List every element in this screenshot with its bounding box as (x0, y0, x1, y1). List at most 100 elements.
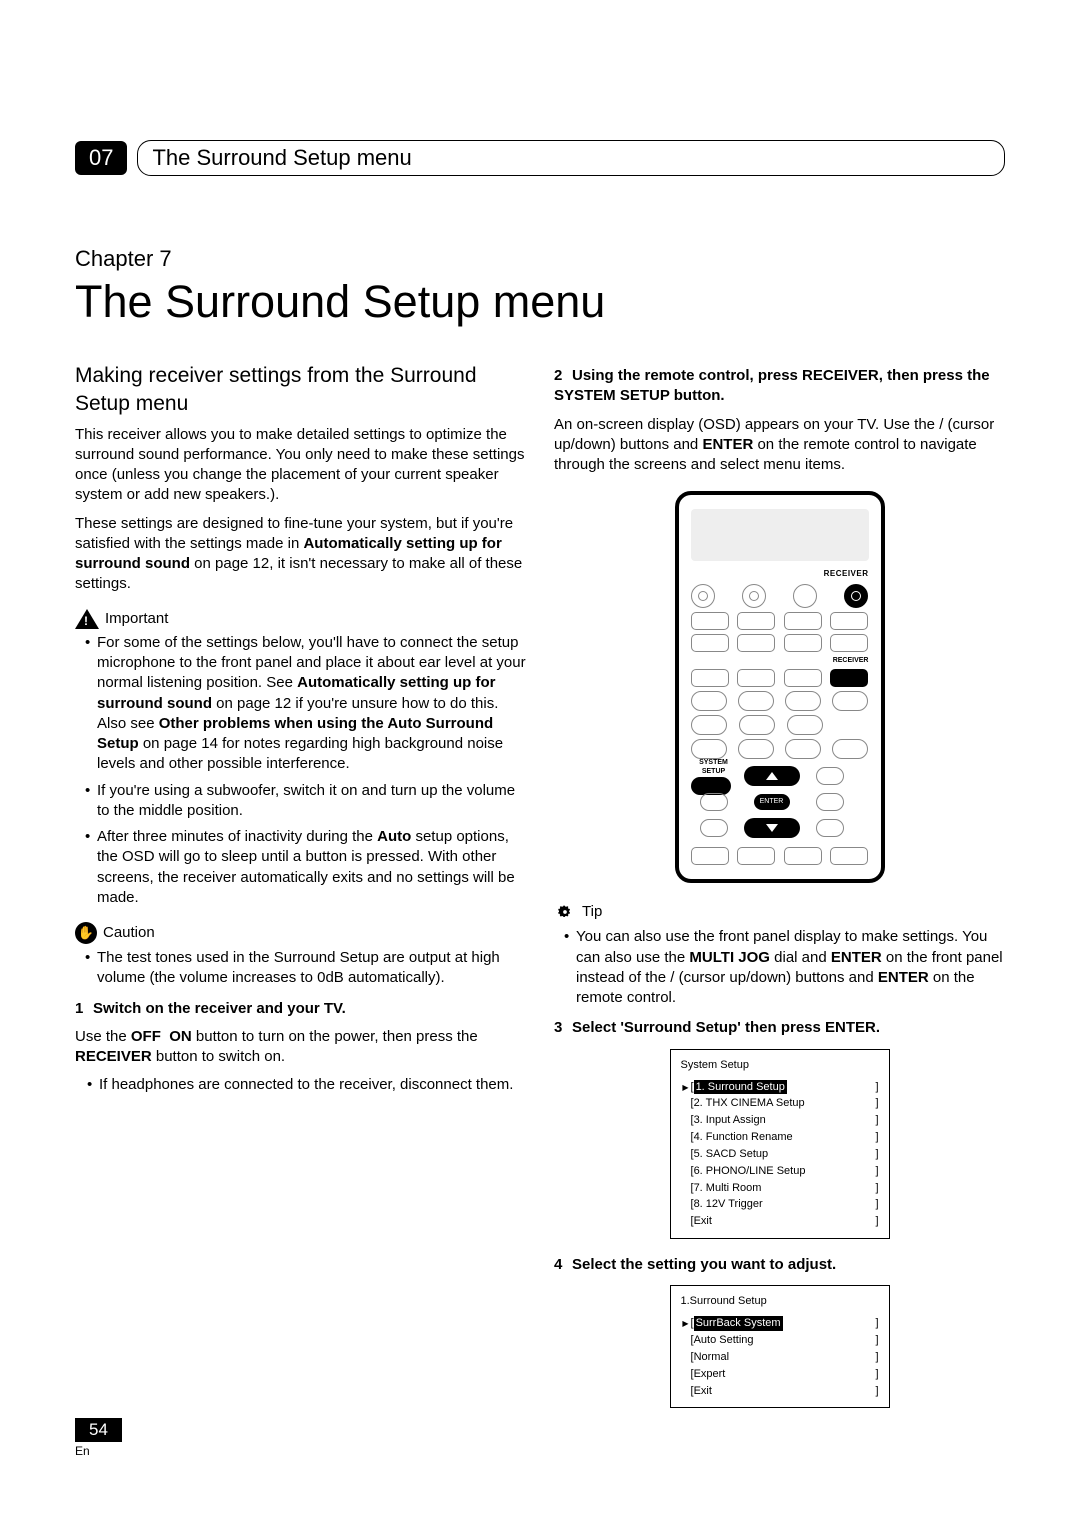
osd-text: Exit (694, 1214, 712, 1229)
remote-button (816, 793, 844, 811)
remote-button (816, 767, 844, 785)
remote-button (830, 612, 868, 630)
step-1-heading: 1Switch on the receiver and your TV. (75, 999, 526, 1019)
step-3-heading: 3Select 'Surround Setup' then press ENTE… (554, 1018, 1005, 1038)
left-column: Making receiver settings from the Surrou… (75, 356, 526, 1424)
osd-item: [ 2. THX CINEMA Setup] (681, 1095, 879, 1112)
remote-receiver-small-label: RECEIVER (691, 656, 869, 665)
remote-button-highlight (830, 669, 868, 687)
remote-button (739, 715, 775, 735)
remote-row-5 (691, 691, 869, 711)
remote-row-4 (691, 669, 869, 687)
remote-screen (691, 509, 869, 561)
system-setup-group: SYSTEM SETUP (691, 758, 737, 795)
osd-item: [ Normal] (681, 1349, 879, 1366)
remote-button (738, 691, 774, 711)
remote-receiver-button (844, 584, 868, 608)
text: Use the (75, 1028, 131, 1045)
remote-button (830, 847, 868, 865)
remote-button (691, 691, 727, 711)
osd-selected: SurrBack System (694, 1316, 783, 1331)
language-label: En (75, 1444, 122, 1458)
remote-button (832, 739, 868, 759)
important-item-3: After three minutes of inactivity during… (85, 827, 526, 908)
off-label: OFF (131, 1028, 161, 1045)
text: dial and (770, 949, 831, 966)
step-title: Select the setting you want to adjust. (572, 1256, 836, 1273)
remote-row-bottom (691, 847, 869, 865)
receiver-label: RECEIVER (75, 1048, 152, 1065)
osd-item: [ Auto Setting] (681, 1332, 879, 1349)
remote-receiver-label: RECEIVER (691, 569, 869, 580)
cursor-down-button (744, 818, 800, 838)
chapter-label: Chapter 7 (75, 246, 1005, 272)
step-number: 4 (554, 1255, 572, 1275)
remote-button (691, 634, 729, 652)
step-number: 2 (554, 366, 572, 386)
step-4-heading: 4Select the setting you want to adjust. (554, 1255, 1005, 1275)
page-header: 07 The Surround Setup menu (75, 140, 1005, 176)
step-1-sub: If headphones are connected to the recei… (75, 1075, 526, 1095)
osd-item: [ Exit] (681, 1383, 879, 1400)
remote-button (787, 715, 823, 735)
section-number-badge: 07 (75, 141, 127, 175)
enter-label: ENTER (831, 949, 882, 966)
osd-item: [ 5. SACD Setup] (681, 1146, 879, 1163)
remote-button (691, 847, 729, 865)
caution-list: The test tones used in the Surround Setu… (75, 948, 526, 989)
multi-jog-label: MULTI JOG (689, 949, 770, 966)
osd-text: 2. THX CINEMA Setup (694, 1096, 805, 1111)
osd-item: [ Exit] (681, 1213, 879, 1230)
remote-button (737, 612, 775, 630)
system-setup-label: SYSTEM SETUP (691, 758, 737, 777)
on-label: ON (169, 1028, 192, 1045)
ref-auto: Auto (377, 828, 411, 845)
cursor-up-button (744, 766, 800, 786)
section-title-pill: The Surround Setup menu (137, 140, 1005, 176)
remote-button (737, 847, 775, 865)
remote-button (700, 793, 728, 811)
remote-button (785, 739, 821, 759)
step-2-heading: 2Using the remote control, press RECEIVE… (554, 366, 1005, 407)
step-title: Select 'Surround Setup' then press ENTER… (572, 1019, 880, 1036)
text: After three minutes of inactivity during… (97, 828, 377, 845)
remote-row-3 (691, 634, 869, 652)
text: button to switch on. (152, 1048, 285, 1065)
osd-system-setup: System Setup [ 1. Surround Setup] [ 2. T… (670, 1049, 890, 1239)
pointer-icon (681, 1316, 691, 1331)
osd-text: Exit (694, 1384, 712, 1399)
important-label: Important (105, 609, 168, 629)
remote-button (691, 715, 727, 735)
remote-row-7 (691, 739, 869, 759)
osd-text: Normal (694, 1350, 729, 1365)
hand-icon: ✋ (75, 922, 97, 944)
caution-label: Caution (103, 923, 155, 943)
caution-heading: ✋ Caution (75, 922, 526, 944)
remote-button (784, 847, 822, 865)
remote-button (700, 819, 728, 837)
manual-page: 07 The Surround Setup menu Chapter 7 The… (0, 0, 1080, 1528)
remote-button (691, 612, 729, 630)
remote-button (737, 634, 775, 652)
intro-paragraph-1: This receiver allows you to make detaile… (75, 425, 526, 506)
remote-button (784, 612, 822, 630)
step-1-body: Use the OFF ON button to turn on the pow… (75, 1027, 526, 1068)
enter-label: ENTER (702, 436, 753, 453)
osd-text: Auto Setting (694, 1333, 754, 1348)
remote-button (737, 669, 775, 687)
important-heading: Important (75, 609, 526, 629)
remote-button (816, 819, 844, 837)
tip-heading: Tip (554, 901, 1005, 923)
enter-label: ENTER (878, 969, 929, 986)
osd-text: Expert (694, 1367, 726, 1382)
intro-paragraph-2: These settings are designed to fine-tune… (75, 514, 526, 595)
remote-button (691, 669, 729, 687)
subheading-making-settings: Making receiver settings from the Surrou… (75, 362, 526, 419)
step-number: 1 (75, 999, 93, 1019)
remote-button (738, 739, 774, 759)
step-2-body: An on-screen display (OSD) appears on yo… (554, 415, 1005, 476)
remote-button (784, 634, 822, 652)
caution-item-1: The test tones used in the Surround Setu… (85, 948, 526, 989)
content-columns: Making receiver settings from the Surrou… (75, 356, 1005, 1424)
remote-button (830, 634, 868, 652)
